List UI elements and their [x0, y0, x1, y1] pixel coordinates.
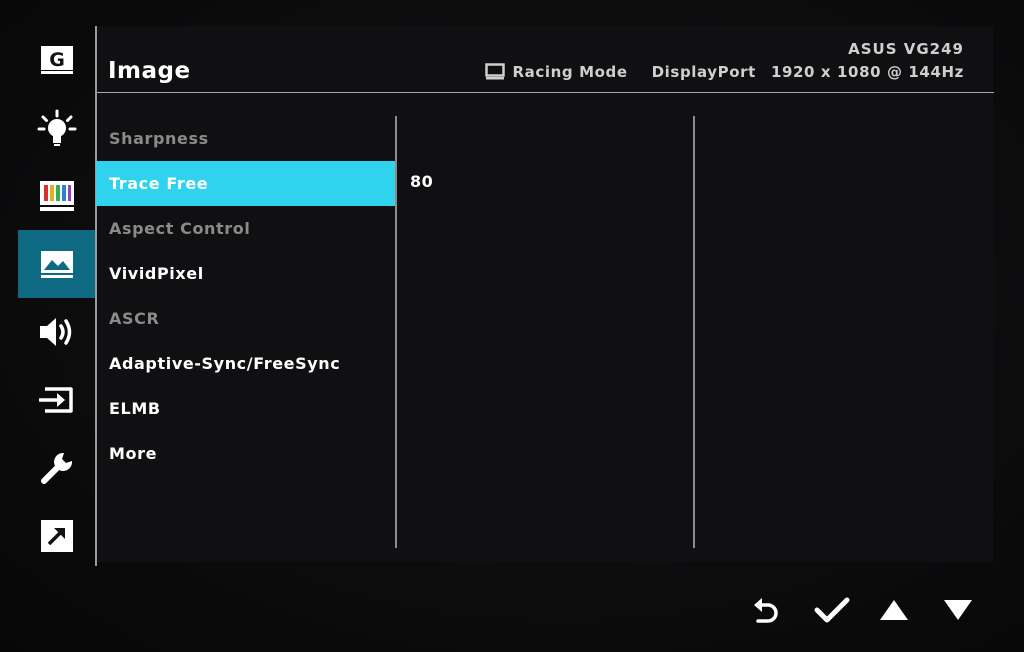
image-icon	[40, 251, 73, 278]
menu-item-aspect-control: Aspect Control	[109, 219, 251, 238]
monitor-model: ASUS VG249	[848, 40, 964, 58]
monitor-icon	[484, 63, 505, 81]
sidebar-item-input-select[interactable]	[18, 366, 95, 434]
sound-icon	[39, 318, 71, 346]
sidebar-item-shortcut[interactable]	[18, 502, 95, 570]
sidebar-item-gameplus[interactable]: G	[18, 26, 95, 94]
back-button[interactable]	[747, 594, 783, 626]
menu-item-adaptive-sync[interactable]: Adaptive-Sync/FreeSync	[96, 341, 395, 386]
preset-mode: Racing Mode	[512, 63, 628, 81]
system-setup-icon	[40, 452, 72, 484]
image-menu-list: Sharpness Trace Free Aspect Control Vivi…	[96, 116, 395, 476]
sidebar: G	[18, 26, 95, 566]
confirm-button[interactable]	[814, 594, 850, 626]
input-select-icon	[38, 387, 73, 413]
shortcut-icon	[40, 520, 73, 552]
column-divider-1	[395, 116, 397, 548]
color-icon	[39, 181, 74, 211]
up-icon	[880, 600, 908, 620]
sidebar-item-sound[interactable]	[18, 298, 95, 366]
splendid-icon	[37, 109, 76, 146]
down-button[interactable]	[940, 594, 976, 626]
down-icon	[944, 600, 972, 620]
trace-free-value[interactable]: 80	[410, 172, 433, 191]
menu-item-more[interactable]: More	[96, 431, 395, 476]
sidebar-item-color[interactable]	[18, 162, 95, 230]
confirm-icon	[814, 597, 850, 623]
svg-text:G: G	[49, 49, 65, 71]
resolution-readout: 1920 x 1080 @ 144Hz	[770, 63, 964, 81]
gameplus-icon: G	[40, 46, 73, 74]
menu-item-vividpixel[interactable]: VividPixel	[96, 251, 395, 296]
menu-item-trace-free[interactable]: Trace Free	[96, 161, 395, 206]
input-source: DisplayPort	[651, 63, 756, 81]
status-bar: Racing Mode DisplayPort 1920 x 1080 @ 14…	[484, 63, 964, 81]
sidebar-item-system-setup[interactable]	[18, 434, 95, 502]
up-button[interactable]	[876, 594, 912, 626]
column-divider-2	[693, 116, 695, 548]
back-icon	[754, 598, 778, 623]
sidebar-item-splendid[interactable]	[18, 94, 95, 162]
header-divider	[97, 92, 994, 93]
sidebar-item-image[interactable]	[18, 230, 95, 298]
page-title: Image	[108, 58, 191, 84]
menu-item-elmb[interactable]: ELMB	[96, 386, 395, 431]
menu-item-ascr: ASCR	[109, 309, 160, 328]
menu-item-sharpness: Sharpness	[109, 129, 209, 148]
